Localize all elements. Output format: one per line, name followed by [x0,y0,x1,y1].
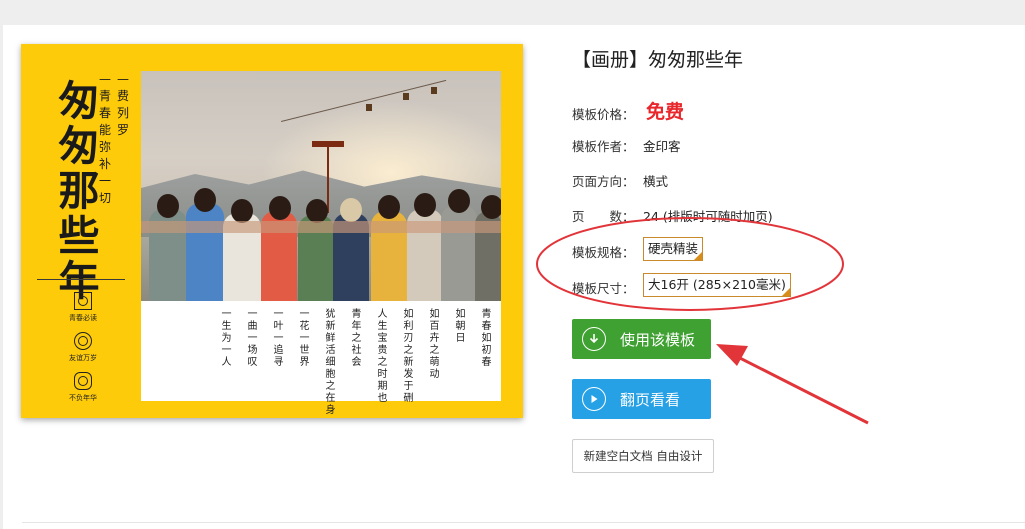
cover-subtitle-line: —青春能弥补一切 [98,72,111,205]
square-badge-icon [74,292,92,310]
orientation-label: 页面方向： [572,174,635,189]
poem-column: 青年之社会 [351,309,362,368]
dropdown-corner-icon [781,288,790,296]
spec-select-value: 硬壳精装 [648,241,699,256]
divider [22,522,1025,523]
badge-label: 青春必读 [69,314,97,322]
download-circle-icon [582,327,606,351]
badge-label: 友谊万岁 [69,354,97,362]
poem-column: 一生为一人 [221,309,232,368]
cover-preview[interactable]: 匆匆那些年 —费列罗 —青春能弥补一切 青春必读 友谊万岁 不负年华 一生为一人… [21,44,523,418]
cover-subtitle-line: —费列罗 [116,72,129,137]
poem-column: 一曲一场叹 [247,309,258,368]
price-label: 模板价格： [572,107,635,122]
spec-label: 模板规格： [572,245,635,260]
size-label: 模板尺寸： [572,281,635,296]
author-value: 金印客 [643,139,681,154]
flip-preview-button[interactable]: 翻页看看 [572,379,711,419]
orientation-value: 横式 [643,174,669,189]
poem-area: 一生为一人 一曲一场叹 一叶一追寻 一花一世界 犹新鲜活细胞之在身 青年之社会 … [141,301,501,416]
use-template-button[interactable]: 使用该模板 [572,319,711,359]
price-value: 免费 [646,101,685,123]
spec-select[interactable]: 硬壳精装 [643,237,704,261]
badge-youth: 青春必读 [61,292,105,323]
pages-value: 24 (排版时可随时加页) [643,209,773,224]
cover-photo [141,71,501,301]
poem-column: 一叶一追寻 [273,309,284,368]
pages-label: 页 数： [572,209,635,224]
author-label: 模板作者： [572,139,635,154]
play-circle-icon [582,387,606,411]
size-select-value: 大16开 (285×210毫米) [648,277,786,292]
use-template-label: 使用该模板 [620,330,696,349]
badge-label: 不负年华 [69,394,97,402]
cover-main-title: 匆匆那些年 [58,77,100,305]
poem-column: 青春如初春 [481,309,492,368]
flip-preview-label: 翻页看看 [620,390,681,409]
poem-column: 一花一世界 [299,309,310,368]
octagon-badge-icon [74,372,92,390]
poem-column: 犹新鲜活细胞之在身 [325,309,336,416]
badge-friendship: 友谊万岁 [61,332,105,363]
poem-column: 如利刃之新发于硎 [403,309,414,404]
cover-divider [37,279,125,280]
dropdown-corner-icon [694,252,703,260]
poem-column: 如朝日 [455,309,466,344]
size-select[interactable]: 大16开 (285×210毫米) [643,273,791,297]
poem-column: 如百卉之萌动 [429,309,440,380]
template-title: 【画册】匆匆那些年 [572,49,744,71]
poem-column: 人生宝贵之时期也 [377,309,388,404]
circle-badge-icon [74,332,92,350]
new-blank-document-label: 新建空白文档 自由设计 [583,449,703,463]
new-blank-document-button[interactable]: 新建空白文档 自由设计 [572,439,714,473]
badge-years: 不负年华 [61,372,105,403]
